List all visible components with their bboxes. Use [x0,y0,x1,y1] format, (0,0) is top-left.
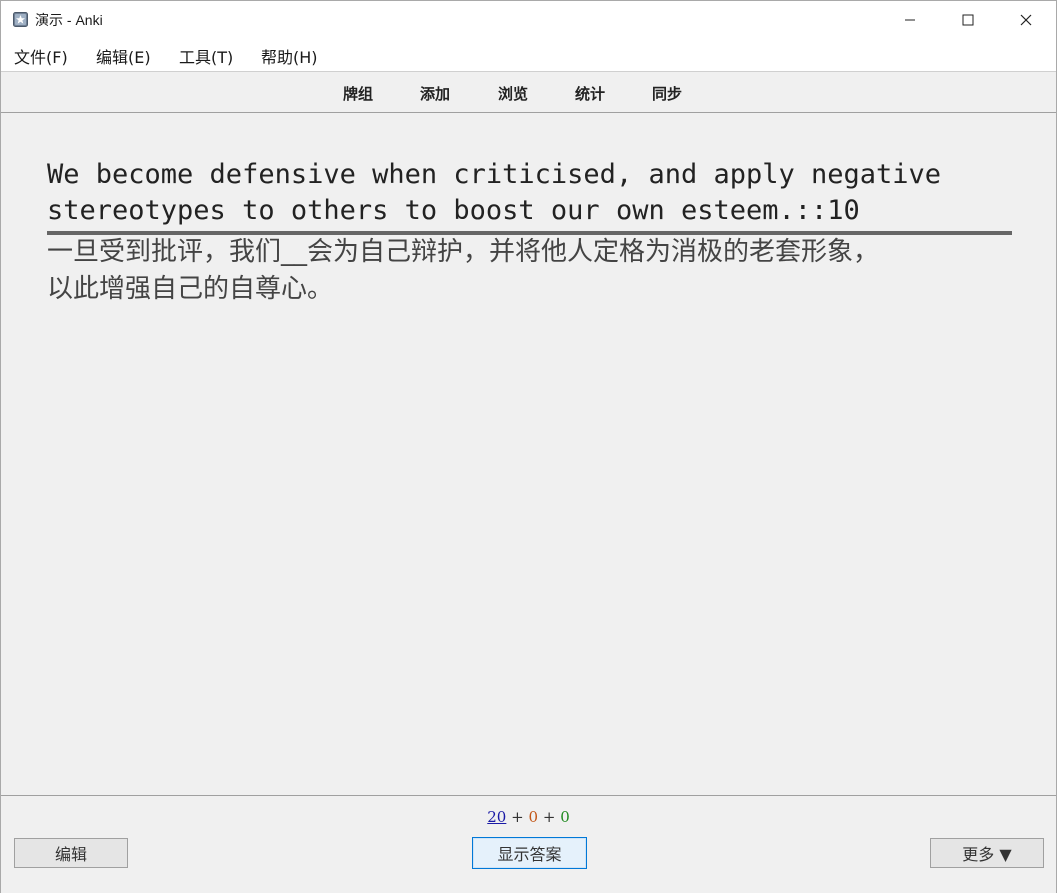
menu-bar: 文件(F) 编辑(E) 工具(T) 帮助(H) [1,39,1056,72]
menu-help[interactable]: 帮助(H) [261,44,318,68]
maximize-icon [962,14,974,26]
close-icon [1020,14,1032,26]
edit-button[interactable]: 编辑 [14,838,128,868]
close-button[interactable] [997,1,1055,39]
menu-edit[interactable]: 编辑(E) [96,44,151,68]
card-back-line: 一旦受到批评，我们__会为自己辩护，并将他人定格为消极的老套形象， [47,237,880,267]
window-title: 演示 - Anki [35,12,103,28]
main-toolbar: 牌组 添加 浏览 统计 同步 [1,72,1056,113]
anki-window: 演示 - Anki 文件(F) 编辑(E) 工具(T) 帮助(H) 牌组 添加 … [0,0,1057,893]
toolbar-add[interactable]: 添加 [420,83,450,104]
card-front-line: We become defensive when criticised, and… [47,159,942,190]
toolbar-browse[interactable]: 浏览 [498,83,528,104]
card-view: We become defensive when criticised, and… [1,113,1056,795]
toolbar-decks[interactable]: 牌组 [343,83,373,104]
menu-file[interactable]: 文件(F) [14,44,68,68]
toolbar-sync[interactable]: 同步 [652,83,682,104]
minimize-icon [904,14,916,26]
minimize-button[interactable] [881,1,939,39]
toolbar-stats[interactable]: 统计 [575,83,605,104]
card-back: 一旦受到批评，我们__会为自己辩护，并将他人定格为消极的老套形象， 以此增强自己… [47,234,1012,308]
bottom-bar: 20 + 0 + 0 编辑 显示答案 更多 ▼ [1,795,1056,893]
count-separator: + [511,808,524,826]
card-front: We become defensive when criticised, and… [47,157,1007,229]
card-front-line: stereotypes to others to boost our own e… [47,195,860,226]
anki-app-icon [13,12,28,27]
more-button[interactable]: 更多 ▼ [930,838,1044,868]
card-back-line: 以此增强自己的自尊心。 [47,274,334,304]
due-counts: 20 + 0 + 0 [1,808,1056,826]
title-bar: 演示 - Anki [1,1,1056,39]
maximize-button[interactable] [939,1,997,39]
review-count: 0 [560,808,570,826]
menu-tools[interactable]: 工具(T) [179,44,233,68]
learning-count: 0 [528,808,539,826]
count-separator: + [542,808,556,826]
new-count[interactable]: 20 [487,808,506,826]
show-answer-button[interactable]: 显示答案 [472,837,587,869]
